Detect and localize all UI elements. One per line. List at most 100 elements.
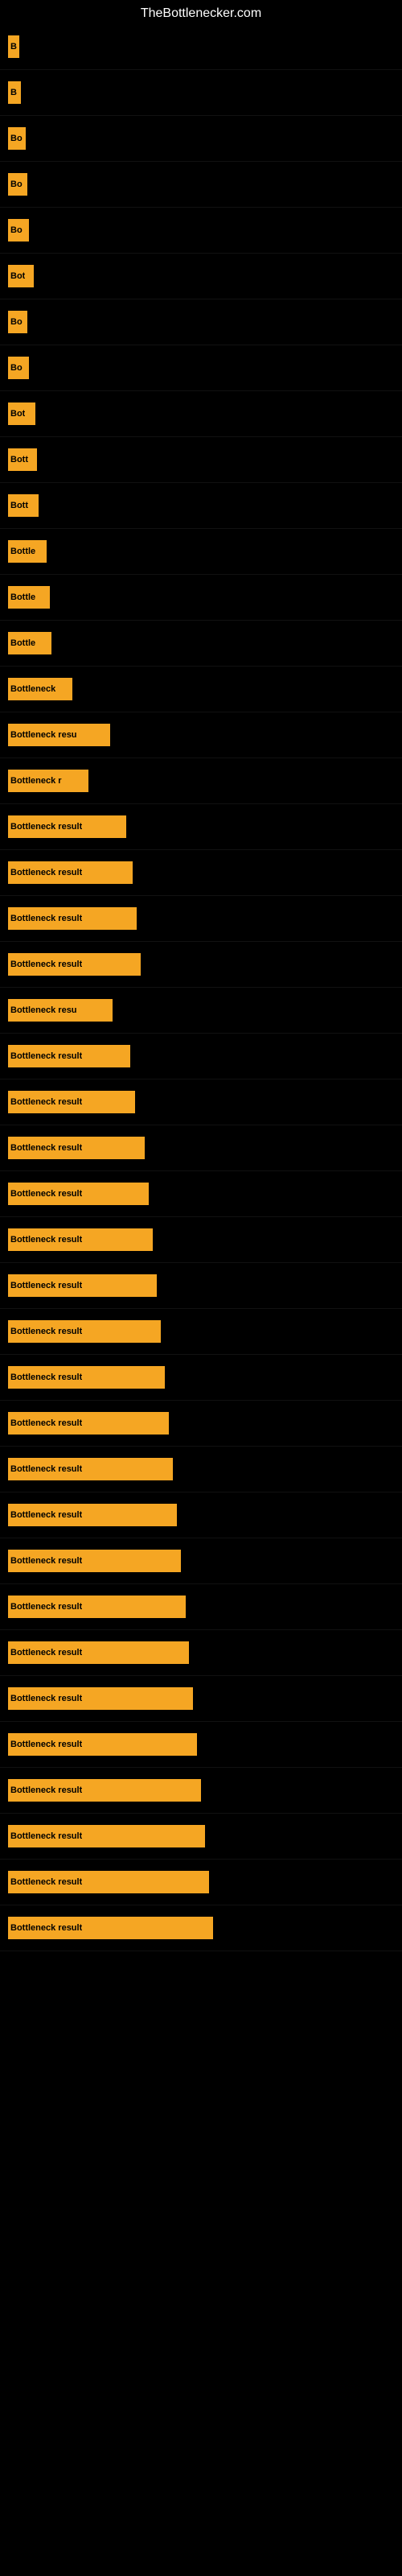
bar-row-3: Bo: [0, 116, 402, 162]
bar-row-38: Bottleneck result: [0, 1722, 402, 1768]
bar-label-39: Bottleneck result: [10, 1785, 82, 1795]
bar-row-20: Bottleneck result: [0, 896, 402, 942]
bar-39: Bottleneck result: [8, 1779, 201, 1802]
bar-41: Bottleneck result: [8, 1871, 209, 1893]
bar-12: Bottle: [8, 540, 47, 563]
bar-2: B: [8, 81, 21, 104]
bar-row-26: Bottleneck result: [0, 1171, 402, 1217]
bar-20: Bottleneck result: [8, 907, 137, 930]
bar-8: Bo: [8, 357, 29, 379]
bar-37: Bottleneck result: [8, 1687, 193, 1710]
bar-38: Bottleneck result: [8, 1733, 197, 1756]
bar-row-24: Bottleneck result: [0, 1080, 402, 1125]
bar-40: Bottleneck result: [8, 1825, 205, 1847]
bar-6: Bot: [8, 265, 34, 287]
bar-label-21: Bottleneck result: [10, 960, 82, 969]
bar-label-42: Bottleneck result: [10, 1923, 82, 1933]
bar-label-38: Bottleneck result: [10, 1740, 82, 1749]
bar-17: Bottleneck r: [8, 770, 88, 792]
bar-label-11: Bott: [10, 501, 28, 510]
bar-10: Bott: [8, 448, 37, 471]
bar-label-31: Bottleneck result: [10, 1418, 82, 1428]
bar-label-6: Bot: [10, 271, 25, 281]
bar-label-27: Bottleneck result: [10, 1235, 82, 1245]
bar-row-9: Bot: [0, 391, 402, 437]
bar-row-1: B: [0, 24, 402, 70]
bar-row-8: Bo: [0, 345, 402, 391]
bar-label-5: Bo: [10, 225, 23, 235]
bar-label-4: Bo: [10, 180, 23, 189]
bar-label-40: Bottleneck result: [10, 1831, 82, 1841]
bar-row-37: Bottleneck result: [0, 1676, 402, 1722]
bar-row-21: Bottleneck result: [0, 942, 402, 988]
bar-label-32: Bottleneck result: [10, 1464, 82, 1474]
bar-row-23: Bottleneck result: [0, 1034, 402, 1080]
bar-row-5: Bo: [0, 208, 402, 254]
bars-container: B B Bo Bo Bo Bot Bo Bo Bot Bott Bott Bottle Bottle Bo…: [0, 24, 402, 1951]
bar-row-4: Bo: [0, 162, 402, 208]
bar-label-24: Bottleneck result: [10, 1097, 82, 1107]
bar-row-42: Bottleneck result: [0, 1905, 402, 1951]
bar-row-28: Bottleneck result: [0, 1263, 402, 1309]
bar-19: Bottleneck result: [8, 861, 133, 884]
bar-label-20: Bottleneck result: [10, 914, 82, 923]
bar-label-30: Bottleneck result: [10, 1373, 82, 1382]
bar-27: Bottleneck result: [8, 1228, 153, 1251]
bar-1: B: [8, 35, 19, 58]
bar-label-1: B: [10, 42, 17, 52]
bar-row-2: B: [0, 70, 402, 116]
bar-31: Bottleneck result: [8, 1412, 169, 1435]
bar-row-16: Bottleneck resu: [0, 712, 402, 758]
bar-row-36: Bottleneck result: [0, 1630, 402, 1676]
bar-13: Bottle: [8, 586, 50, 609]
bar-label-9: Bot: [10, 409, 25, 419]
bar-14: Bottle: [8, 632, 51, 654]
bar-7: Bo: [8, 311, 27, 333]
bar-row-25: Bottleneck result: [0, 1125, 402, 1171]
page-wrapper: TheBottlenecker.com B B Bo Bo Bo Bot Bo Bo Bot Bo…: [0, 0, 402, 2576]
bar-label-15: Bottleneck: [10, 684, 55, 694]
bar-row-27: Bottleneck result: [0, 1217, 402, 1263]
bar-3: Bo: [8, 127, 26, 150]
bar-label-19: Bottleneck result: [10, 868, 82, 877]
bar-row-10: Bott: [0, 437, 402, 483]
bar-21: Bottleneck result: [8, 953, 141, 976]
bar-9: Bot: [8, 402, 35, 425]
bar-row-12: Bottle: [0, 529, 402, 575]
bar-row-13: Bottle: [0, 575, 402, 621]
bar-label-10: Bott: [10, 455, 28, 464]
bar-row-22: Bottleneck resu: [0, 988, 402, 1034]
bar-32: Bottleneck result: [8, 1458, 173, 1480]
bar-label-28: Bottleneck result: [10, 1281, 82, 1290]
bar-34: Bottleneck result: [8, 1550, 181, 1572]
bar-16: Bottleneck resu: [8, 724, 110, 746]
bar-row-14: Bottle: [0, 621, 402, 667]
bar-row-17: Bottleneck r: [0, 758, 402, 804]
bar-4: Bo: [8, 173, 27, 196]
bar-42: Bottleneck result: [8, 1917, 213, 1939]
bar-row-34: Bottleneck result: [0, 1538, 402, 1584]
bar-24: Bottleneck result: [8, 1091, 135, 1113]
bar-label-14: Bottle: [10, 638, 35, 648]
bar-30: Bottleneck result: [8, 1366, 165, 1389]
bar-row-7: Bo: [0, 299, 402, 345]
site-title: TheBottlenecker.com: [0, 0, 402, 24]
bar-label-23: Bottleneck result: [10, 1051, 82, 1061]
bar-label-13: Bottle: [10, 592, 35, 602]
bar-label-16: Bottleneck resu: [10, 730, 77, 740]
bar-22: Bottleneck resu: [8, 999, 113, 1022]
bar-label-25: Bottleneck result: [10, 1143, 82, 1153]
bar-26: Bottleneck result: [8, 1183, 149, 1205]
bar-33: Bottleneck result: [8, 1504, 177, 1526]
bar-label-36: Bottleneck result: [10, 1648, 82, 1657]
bar-row-6: Bot: [0, 254, 402, 299]
bar-35: Bottleneck result: [8, 1596, 186, 1618]
bar-row-33: Bottleneck result: [0, 1492, 402, 1538]
bar-11: Bott: [8, 494, 39, 517]
bar-label-33: Bottleneck result: [10, 1510, 82, 1520]
bar-29: Bottleneck result: [8, 1320, 161, 1343]
bar-label-18: Bottleneck result: [10, 822, 82, 832]
bar-row-30: Bottleneck result: [0, 1355, 402, 1401]
bar-label-12: Bottle: [10, 547, 35, 556]
bar-label-41: Bottleneck result: [10, 1877, 82, 1887]
